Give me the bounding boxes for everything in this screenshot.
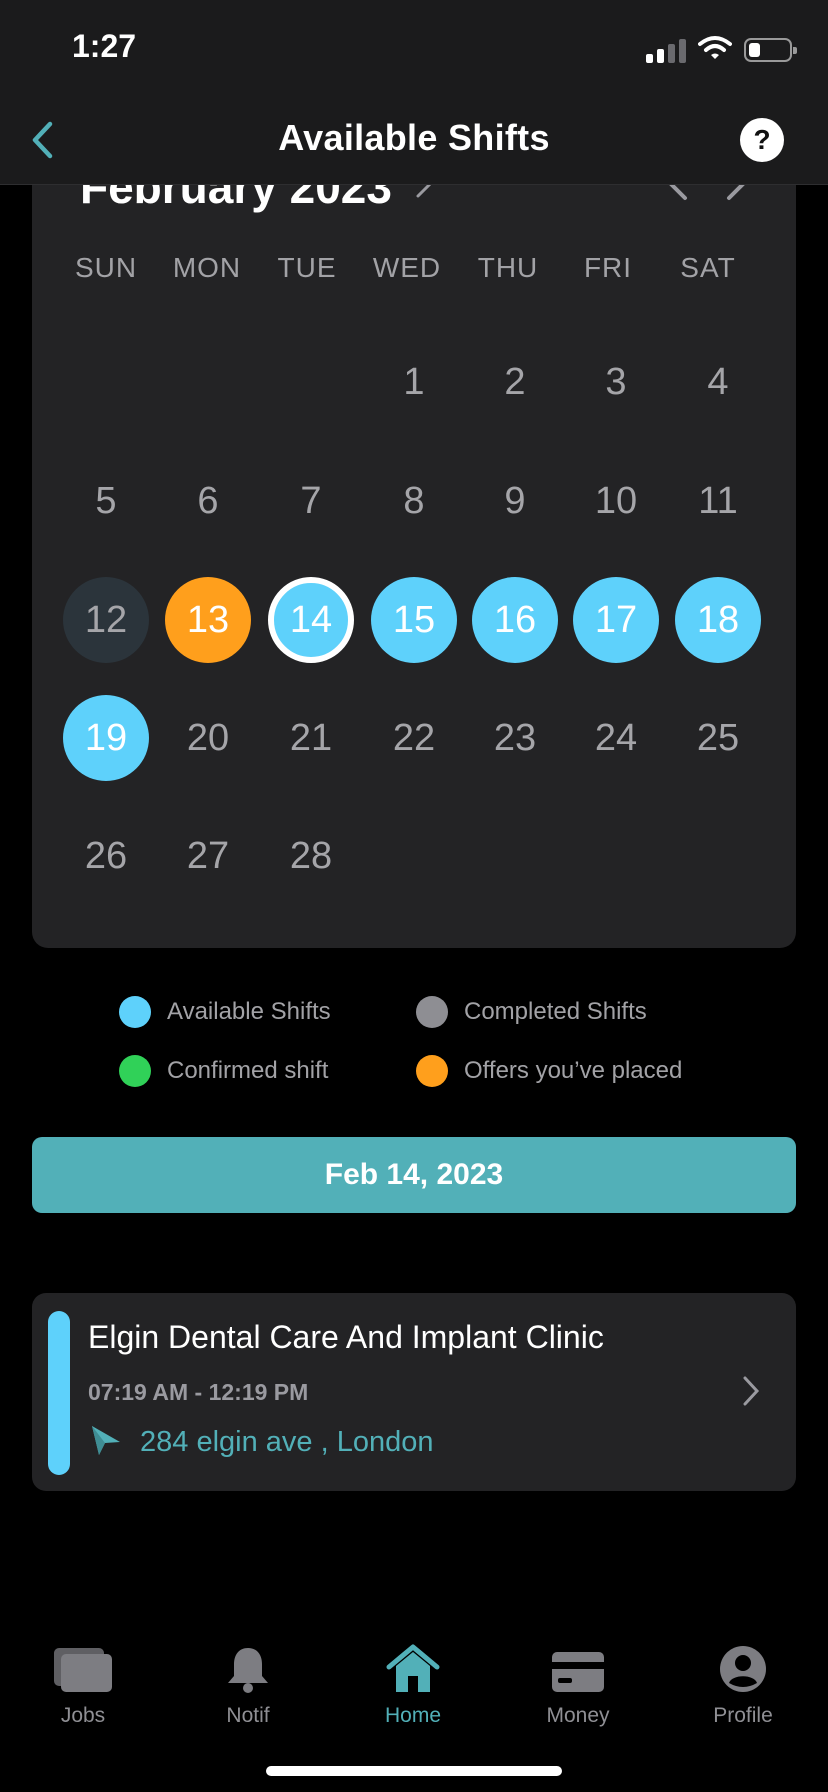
shift-address: 284 elgin ave , London <box>140 1426 434 1458</box>
weekday-tue: TUE <box>277 252 337 283</box>
credit-card-icon <box>550 1638 606 1694</box>
calendar-day-27[interactable]: 27 <box>165 813 251 899</box>
calendar-day-21[interactable]: 21 <box>268 695 354 781</box>
calendar-card: February 2023 SUN MON TUE WED THU FRI SA… <box>32 140 796 948</box>
legend-completed-label: Completed Shifts <box>464 998 647 1025</box>
calendar-day-24[interactable]: 24 <box>573 695 659 781</box>
person-icon <box>718 1638 768 1694</box>
briefcase-icon <box>52 1638 114 1694</box>
battery-icon <box>744 38 797 62</box>
legend-offers-label: Offers you’ve placed <box>464 1057 683 1084</box>
calendar-day-22[interactable]: 22 <box>371 695 457 781</box>
legend-offers: Offers you’ve placed <box>416 1055 682 1087</box>
available-dot-icon <box>119 996 151 1028</box>
legend-confirmed: Confirmed shift <box>119 1055 328 1087</box>
tab-notif-label: Notif <box>226 1704 270 1727</box>
tab-jobs-label: Jobs <box>60 1704 106 1727</box>
calendar-day-3[interactable]: 3 <box>573 339 659 425</box>
calendar-day-10[interactable]: 10 <box>573 458 659 544</box>
legend-completed: Completed Shifts <box>416 996 647 1028</box>
calendar-day-11[interactable]: 11 <box>675 458 761 544</box>
tab-jobs[interactable]: Jobs <box>0 1638 166 1728</box>
page-title: Available Shifts <box>278 117 550 158</box>
tab-profile[interactable]: Profile <box>660 1638 826 1728</box>
weekday-sat: SAT <box>680 252 736 283</box>
calendar-day-26[interactable]: 26 <box>63 813 149 899</box>
status-icons <box>646 35 797 66</box>
weekday-fri: FRI <box>583 252 633 283</box>
calendar-day-17-available[interactable]: 17 <box>573 577 659 663</box>
shift-status-indicator <box>48 1311 70 1475</box>
legend-available: Available Shifts <box>119 996 331 1028</box>
home-indicator <box>266 1766 562 1776</box>
chevron-right-icon <box>736 1371 766 1411</box>
available-shifts-screen: February 2023 SUN MON TUE WED THU FRI SA… <box>0 0 828 1792</box>
calendar-day-2[interactable]: 2 <box>472 339 558 425</box>
shift-card[interactable]: Elgin Dental Care And Implant Clinic 07:… <box>32 1293 796 1491</box>
house-icon <box>385 1638 441 1694</box>
weekday-sun: SUN <box>74 252 138 283</box>
tab-profile-label: Profile <box>713 1704 773 1727</box>
confirmed-dot-icon <box>119 1055 151 1087</box>
calendar-day-1[interactable]: 1 <box>371 339 457 425</box>
tab-money-label: Money <box>546 1704 610 1727</box>
calendar-day-8[interactable]: 8 <box>371 458 457 544</box>
bell-icon <box>225 1638 271 1694</box>
weekday-mon: MON <box>172 252 242 283</box>
calendar-day-14-selected[interactable]: 14 <box>268 577 354 663</box>
weekday-thu: THU <box>477 252 539 283</box>
weekday-wed: WED <box>372 252 442 283</box>
tab-money[interactable]: Money <box>495 1638 661 1728</box>
tab-home-label: Home <box>384 1704 442 1727</box>
calendar-day-6[interactable]: 6 <box>165 458 251 544</box>
calendar-day-9[interactable]: 9 <box>472 458 558 544</box>
calendar-day-18-available[interactable]: 18 <box>675 577 761 663</box>
calendar-day-13-offer[interactable]: 13 <box>165 577 251 663</box>
offers-dot-icon <box>416 1055 448 1087</box>
navigation-header: 1:27 Available Shifts ? <box>0 0 828 185</box>
calendar-day-12-today[interactable]: 12 <box>63 577 149 663</box>
selected-date-bar[interactable]: Feb 14, 2023 <box>32 1137 796 1213</box>
shift-clinic-name: Elgin Dental Care And Implant Clinic <box>88 1319 604 1355</box>
calendar-day-19-available[interactable]: 19 <box>63 695 149 781</box>
calendar-day-4[interactable]: 4 <box>675 339 761 425</box>
calendar-day-7[interactable]: 7 <box>268 458 354 544</box>
shift-time: 07:19 AM - 12:19 PM <box>88 1379 309 1405</box>
tab-home[interactable]: Home <box>330 1638 496 1728</box>
shift-address-row: 284 elgin ave , London <box>88 1423 433 1462</box>
calendar-day-16-available[interactable]: 16 <box>472 577 558 663</box>
wifi-icon <box>698 35 732 66</box>
completed-dot-icon <box>416 996 448 1028</box>
question-mark-icon: ? <box>753 124 771 155</box>
help-button[interactable]: ? <box>740 118 784 162</box>
calendar-day-15-available[interactable]: 15 <box>371 577 457 663</box>
calendar-day-5[interactable]: 5 <box>63 458 149 544</box>
tab-notif[interactable]: Notif <box>165 1638 331 1728</box>
status-time: 1:27 <box>72 28 137 64</box>
calendar-day-23[interactable]: 23 <box>472 695 558 781</box>
location-arrow-icon <box>88 1423 122 1462</box>
legend-confirmed-label: Confirmed shift <box>167 1057 329 1084</box>
cellular-signal-icon <box>646 37 686 63</box>
calendar-day-28[interactable]: 28 <box>268 813 354 899</box>
calendar-day-20[interactable]: 20 <box>165 695 251 781</box>
legend-available-label: Available Shifts <box>167 998 331 1025</box>
calendar-day-25[interactable]: 25 <box>675 695 761 781</box>
